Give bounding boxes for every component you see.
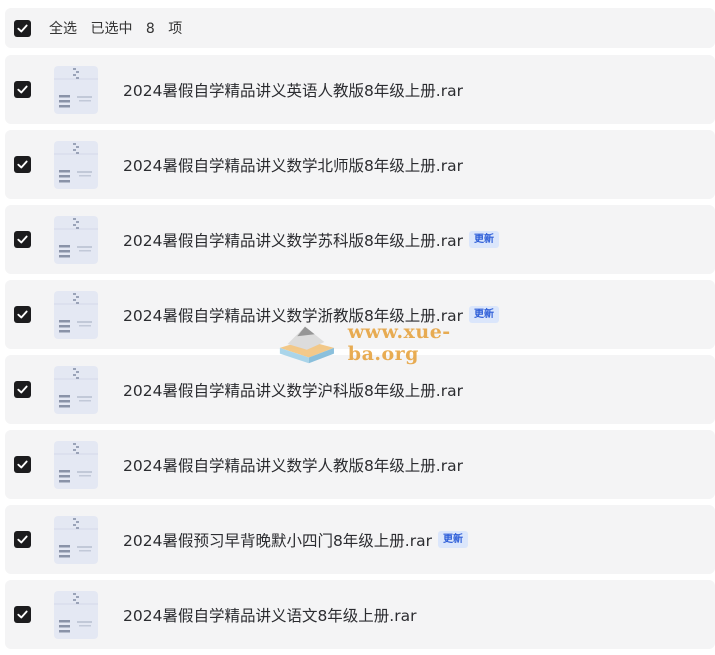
- select-all-label[interactable]: 全选: [49, 21, 77, 37]
- file-row[interactable]: 2024暑假自学精品讲义数学人教版8年级上册.rar: [5, 430, 715, 499]
- select-all-checkbox[interactable]: [14, 19, 31, 37]
- zip-archive-icon: [53, 140, 99, 190]
- file-checkbox[interactable]: [14, 606, 31, 623]
- file-row[interactable]: 2024暑假自学精品讲义数学北师版8年级上册.rar: [5, 130, 715, 199]
- zip-archive-icon: [53, 440, 99, 490]
- file-checkbox[interactable]: [14, 381, 31, 398]
- zip-archive-icon: [53, 215, 99, 265]
- check-icon: [17, 160, 28, 169]
- file-name[interactable]: 2024暑假自学精品讲义数学北师版8年级上册.rar: [123, 154, 463, 176]
- check-icon: [17, 85, 28, 94]
- selected-suffix: 项: [168, 21, 183, 37]
- check-icon: [17, 610, 28, 619]
- zip-archive-icon: [53, 515, 99, 565]
- file-row[interactable]: 2024暑假自学精品讲义数学浙教版8年级上册.rar 更新: [5, 280, 715, 349]
- check-icon: [17, 535, 28, 544]
- file-row[interactable]: 2024暑假自学精品讲义英语人教版8年级上册.rar: [5, 55, 715, 124]
- file-name[interactable]: 2024暑假预习早背晚默小四门8年级上册.rar: [123, 529, 432, 551]
- file-checkbox[interactable]: [14, 231, 31, 248]
- zip-archive-icon: [53, 590, 99, 640]
- file-name[interactable]: 2024暑假自学精品讲义英语人教版8年级上册.rar: [123, 79, 463, 101]
- zip-archive-icon: [53, 290, 99, 340]
- file-row[interactable]: 2024暑假自学精品讲义语文8年级上册.rar: [5, 580, 715, 649]
- check-icon: [17, 310, 28, 319]
- check-icon: [17, 385, 28, 394]
- update-badge: 更新: [468, 231, 499, 248]
- update-badge: 更新: [468, 306, 499, 323]
- selected-prefix: 已选中: [90, 21, 133, 37]
- file-checkbox[interactable]: [14, 81, 31, 98]
- update-badge: 更新: [437, 531, 468, 548]
- selected-count: 8: [145, 21, 155, 37]
- selection-header: 全选 已选中 8 项: [5, 8, 715, 48]
- file-checkbox[interactable]: [14, 156, 31, 173]
- check-icon: [17, 235, 28, 244]
- file-name[interactable]: 2024暑假自学精品讲义数学沪科版8年级上册.rar: [123, 379, 463, 401]
- file-row[interactable]: 2024暑假自学精品讲义数学沪科版8年级上册.rar: [5, 355, 715, 424]
- file-name[interactable]: 2024暑假自学精品讲义数学苏科版8年级上册.rar: [123, 229, 463, 251]
- file-checkbox[interactable]: [14, 306, 31, 323]
- file-row[interactable]: 2024暑假自学精品讲义数学苏科版8年级上册.rar 更新: [5, 205, 715, 274]
- check-icon: [17, 460, 28, 469]
- file-list: 2024暑假自学精品讲义英语人教版8年级上册.rar 2024暑假自学精品讲义数…: [5, 55, 715, 655]
- file-name[interactable]: 2024暑假自学精品讲义语文8年级上册.rar: [123, 604, 416, 626]
- file-row[interactable]: 2024暑假预习早背晚默小四门8年级上册.rar 更新: [5, 505, 715, 574]
- selection-summary: 全选 已选中 8 项: [49, 18, 189, 38]
- file-name[interactable]: 2024暑假自学精品讲义数学人教版8年级上册.rar: [123, 454, 463, 476]
- zip-archive-icon: [53, 65, 99, 115]
- file-name[interactable]: 2024暑假自学精品讲义数学浙教版8年级上册.rar: [123, 304, 463, 326]
- zip-archive-icon: [53, 365, 99, 415]
- check-icon: [17, 24, 28, 32]
- file-checkbox[interactable]: [14, 531, 31, 548]
- file-checkbox[interactable]: [14, 456, 31, 473]
